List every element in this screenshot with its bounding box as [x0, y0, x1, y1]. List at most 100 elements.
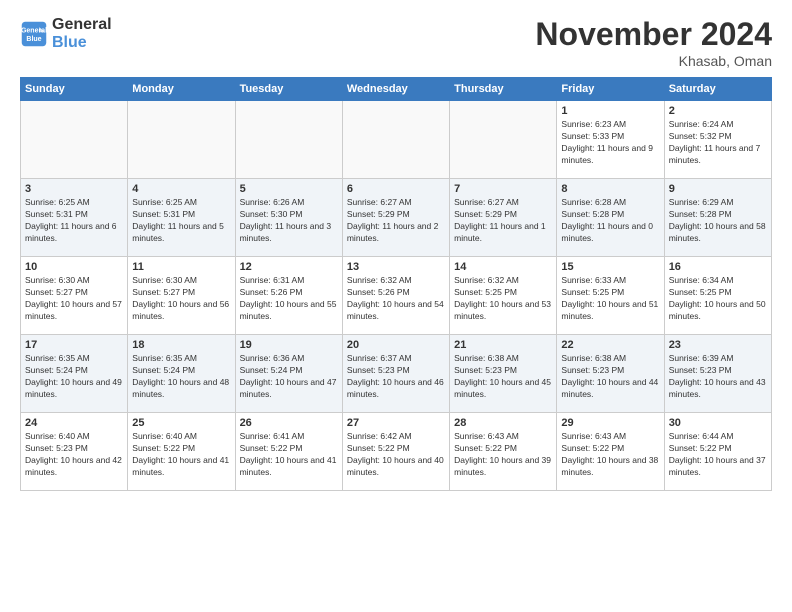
day-detail: Sunrise: 6:41 AMSunset: 5:22 PMDaylight:… [240, 431, 338, 479]
day-detail: Sunrise: 6:23 AMSunset: 5:33 PMDaylight:… [561, 119, 659, 167]
cell-w2-d5: 7 Sunrise: 6:27 AMSunset: 5:29 PMDaylight… [450, 179, 557, 257]
col-saturday: Saturday [664, 78, 771, 101]
cell-w1-d7: 2 Sunrise: 6:24 AMSunset: 5:32 PMDaylight… [664, 101, 771, 179]
day-detail: Sunrise: 6:27 AMSunset: 5:29 PMDaylight:… [454, 197, 552, 245]
header: General Blue General Blue November 2024 … [20, 16, 772, 69]
day-detail: Sunrise: 6:37 AMSunset: 5:23 PMDaylight:… [347, 353, 445, 401]
cell-w2-d7: 9 Sunrise: 6:29 AMSunset: 5:28 PMDaylight… [664, 179, 771, 257]
cell-w4-d7: 23Sunrise: 6:39 AMSunset: 5:23 PMDayligh… [664, 335, 771, 413]
cell-w5-d1: 24Sunrise: 6:40 AMSunset: 5:23 PMDayligh… [21, 413, 128, 491]
day-number: 16 [669, 261, 767, 273]
week-row-2: 3Sunrise: 6:25 AMSunset: 5:31 PMDaylight… [21, 179, 772, 257]
day-number: 30 [669, 417, 767, 429]
cell-w3-d5: 14Sunrise: 6:32 AMSunset: 5:25 PMDayligh… [450, 257, 557, 335]
calendar-header-row: Sunday Monday Tuesday Wednesday Thursday… [21, 78, 772, 101]
cell-w1-d3 [235, 101, 342, 179]
cell-w2-d3: 5 Sunrise: 6:26 AMSunset: 5:30 PMDaylight… [235, 179, 342, 257]
cell-w4-d1: 17Sunrise: 6:35 AMSunset: 5:24 PMDayligh… [21, 335, 128, 413]
day-number: 22 [561, 339, 659, 351]
cell-w1-d2 [128, 101, 235, 179]
day-number: 19 [240, 339, 338, 351]
col-friday: Friday [557, 78, 664, 101]
day-number: 20 [347, 339, 445, 351]
day-detail: Sunrise: 6:27 AMSunset: 5:29 PMDaylight:… [347, 197, 445, 245]
day-number: 13 [347, 261, 445, 273]
day-detail: Sunrise: 6:32 AMSunset: 5:26 PMDaylight:… [347, 275, 445, 323]
day-detail: Sunrise: 6:43 AMSunset: 5:22 PMDaylight:… [561, 431, 659, 479]
cell-w1-d4 [342, 101, 449, 179]
day-detail: Sunrise: 6:33 AMSunset: 5:25 PMDaylight:… [561, 275, 659, 323]
cell-w1-d6: 1 Sunrise: 6:23 AMSunset: 5:33 PMDaylight… [557, 101, 664, 179]
calendar-body: 1 Sunrise: 6:23 AMSunset: 5:33 PMDaylight… [21, 101, 772, 491]
day-detail: Sunrise: 6:25 AMSunset: 5:31 PMDaylight:… [25, 197, 123, 245]
day-detail: Sunrise: 6:32 AMSunset: 5:25 PMDaylight:… [454, 275, 552, 323]
col-wednesday: Wednesday [342, 78, 449, 101]
day-number: 28 [454, 417, 552, 429]
day-detail: Sunrise: 6:29 AMSunset: 5:28 PMDaylight:… [669, 197, 767, 245]
cell-w3-d7: 16Sunrise: 6:34 AMSunset: 5:25 PMDayligh… [664, 257, 771, 335]
day-detail: Sunrise: 6:38 AMSunset: 5:23 PMDaylight:… [561, 353, 659, 401]
col-tuesday: Tuesday [235, 78, 342, 101]
cell-w1-d5 [450, 101, 557, 179]
cell-w2-d2: 4Sunrise: 6:25 AMSunset: 5:31 PMDaylight… [128, 179, 235, 257]
cell-w5-d5: 28 Sunrise: 6:43 AMSunset: 5:22 PMDayligh… [450, 413, 557, 491]
day-number: 21 [454, 339, 552, 351]
day-detail: Sunrise: 6:25 AMSunset: 5:31 PMDaylight:… [132, 197, 230, 245]
location: Khasab, Oman [535, 53, 772, 69]
day-detail: Sunrise: 6:40 AMSunset: 5:23 PMDaylight:… [25, 431, 123, 479]
day-number: 2 [669, 105, 767, 117]
day-number: 17 [25, 339, 123, 351]
cell-w3-d2: 11Sunrise: 6:30 AMSunset: 5:27 PMDayligh… [128, 257, 235, 335]
week-row-3: 10 Sunrise: 6:30 AMSunset: 5:27 PMDayligh… [21, 257, 772, 335]
col-monday: Monday [128, 78, 235, 101]
title-block: November 2024 Khasab, Oman [535, 16, 772, 69]
day-detail: Sunrise: 6:28 AMSunset: 5:28 PMDaylight:… [561, 197, 659, 245]
week-row-4: 17Sunrise: 6:35 AMSunset: 5:24 PMDayligh… [21, 335, 772, 413]
week-row-5: 24Sunrise: 6:40 AMSunset: 5:23 PMDayligh… [21, 413, 772, 491]
day-detail: Sunrise: 6:38 AMSunset: 5:23 PMDaylight:… [454, 353, 552, 401]
day-number: 10 [25, 261, 123, 273]
day-detail: Sunrise: 6:39 AMSunset: 5:23 PMDaylight:… [669, 353, 767, 401]
svg-text:General: General [21, 27, 47, 34]
day-detail: Sunrise: 6:30 AMSunset: 5:27 PMDaylight:… [25, 275, 123, 323]
day-number: 6 [347, 183, 445, 195]
cell-w5-d2: 25Sunrise: 6:40 AMSunset: 5:22 PMDayligh… [128, 413, 235, 491]
day-detail: Sunrise: 6:44 AMSunset: 5:22 PMDaylight:… [669, 431, 767, 479]
day-number: 8 [561, 183, 659, 195]
day-detail: Sunrise: 6:43 AMSunset: 5:22 PMDaylight:… [454, 431, 552, 479]
col-sunday: Sunday [21, 78, 128, 101]
day-detail: Sunrise: 6:24 AMSunset: 5:32 PMDaylight:… [669, 119, 767, 167]
svg-text:Blue: Blue [26, 36, 41, 43]
cell-w5-d4: 27Sunrise: 6:42 AMSunset: 5:22 PMDayligh… [342, 413, 449, 491]
cell-w2-d6: 8 Sunrise: 6:28 AMSunset: 5:28 PMDaylight… [557, 179, 664, 257]
cell-w5-d7: 30 Sunrise: 6:44 AMSunset: 5:22 PMDayligh… [664, 413, 771, 491]
logo-icon: General Blue [20, 20, 48, 48]
day-number: 29 [561, 417, 659, 429]
cell-w2-d4: 6 Sunrise: 6:27 AMSunset: 5:29 PMDaylight… [342, 179, 449, 257]
cell-w1-d1 [21, 101, 128, 179]
cell-w4-d2: 18Sunrise: 6:35 AMSunset: 5:24 PMDayligh… [128, 335, 235, 413]
cell-w4-d5: 21 Sunrise: 6:38 AMSunset: 5:23 PMDayligh… [450, 335, 557, 413]
day-number: 7 [454, 183, 552, 195]
day-number: 1 [561, 105, 659, 117]
cell-w4-d3: 19 Sunrise: 6:36 AMSunset: 5:24 PMDayligh… [235, 335, 342, 413]
day-detail: Sunrise: 6:30 AMSunset: 5:27 PMDaylight:… [132, 275, 230, 323]
cell-w3-d4: 13 Sunrise: 6:32 AMSunset: 5:26 PMDayligh… [342, 257, 449, 335]
cell-w5-d3: 26 Sunrise: 6:41 AMSunset: 5:22 PMDayligh… [235, 413, 342, 491]
cell-w4-d4: 20 Sunrise: 6:37 AMSunset: 5:23 PMDayligh… [342, 335, 449, 413]
cell-w3-d3: 12Sunrise: 6:31 AMSunset: 5:26 PMDayligh… [235, 257, 342, 335]
cell-w3-d1: 10 Sunrise: 6:30 AMSunset: 5:27 PMDayligh… [21, 257, 128, 335]
day-number: 5 [240, 183, 338, 195]
day-number: 9 [669, 183, 767, 195]
day-number: 15 [561, 261, 659, 273]
page: General Blue General Blue November 2024 … [0, 0, 792, 612]
month-title: November 2024 [535, 16, 772, 53]
calendar: Sunday Monday Tuesday Wednesday Thursday… [20, 77, 772, 491]
day-number: 26 [240, 417, 338, 429]
cell-w3-d6: 15 Sunrise: 6:33 AMSunset: 5:25 PMDayligh… [557, 257, 664, 335]
week-row-1: 1 Sunrise: 6:23 AMSunset: 5:33 PMDaylight… [21, 101, 772, 179]
day-detail: Sunrise: 6:36 AMSunset: 5:24 PMDaylight:… [240, 353, 338, 401]
cell-w5-d6: 29 Sunrise: 6:43 AMSunset: 5:22 PMDayligh… [557, 413, 664, 491]
logo-text: General Blue [52, 16, 112, 51]
day-detail: Sunrise: 6:26 AMSunset: 5:30 PMDaylight:… [240, 197, 338, 245]
